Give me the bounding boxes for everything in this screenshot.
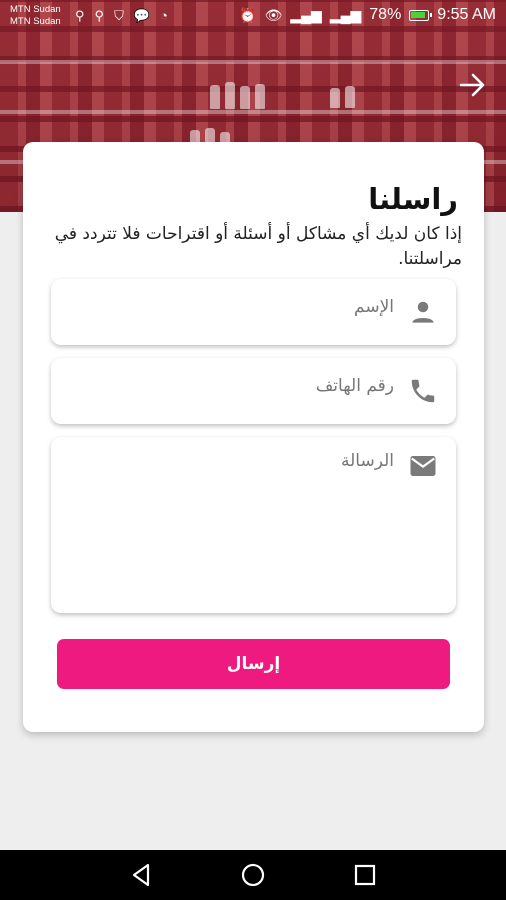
notification-icons: ⚲ ⚲ ⛉ 💬 ◔ xyxy=(75,8,168,24)
submit-button[interactable]: إرسال xyxy=(57,639,450,689)
signal-icon: ▂▄▆ xyxy=(290,6,322,23)
message-placeholder: الرسالة xyxy=(340,451,394,471)
usb-icon: ⚲ xyxy=(75,8,85,23)
home-nav-icon[interactable] xyxy=(240,862,266,888)
recents-nav-icon[interactable] xyxy=(352,862,378,888)
phone-field[interactable]: رقم الهاتف xyxy=(51,358,456,424)
carrier-info: MTN Sudan MTN Sudan xyxy=(10,4,61,28)
page-title: راسلنا xyxy=(368,182,458,216)
mail-icon xyxy=(410,456,436,476)
carrier-1: MTN Sudan xyxy=(10,4,61,15)
data-saver-icon: ⛉ xyxy=(114,8,124,23)
eye-icon: 👁 xyxy=(264,6,283,23)
page-subtitle: إذا كان لديك أي مشاكل أو أسئلة أو اقتراح… xyxy=(54,224,462,269)
arrow-right-icon[interactable] xyxy=(458,72,488,98)
status-bar: MTN Sudan MTN Sudan ⚲ ⚲ ⛉ 💬 ◔ ⏰ 👁 ▂▄▆ ▂▄… xyxy=(0,0,506,34)
phone-icon xyxy=(411,379,435,403)
back-nav-icon[interactable] xyxy=(128,862,154,888)
alarm-icon: ⏰ xyxy=(239,6,257,23)
signal-icon: ▂▄▆ xyxy=(329,6,362,23)
clock: 9:55 AM xyxy=(437,6,496,23)
battery-icon xyxy=(409,9,433,21)
message-field[interactable]: الرسالة xyxy=(51,437,456,613)
chat-icon: 💬 xyxy=(133,8,151,23)
carrier-2: MTN Sudan xyxy=(10,16,61,27)
usb-icon: ⚲ xyxy=(94,8,105,23)
contact-card: راسلنا إذا كان لديك أي مشاكل أو أسئلة أو… xyxy=(23,142,484,732)
person-icon xyxy=(412,301,434,323)
name-field[interactable]: الإسم xyxy=(51,279,456,345)
status-right: ⏰ 👁 ▂▄▆ ▂▄▆ 78% 9:55 AM xyxy=(239,6,496,24)
name-placeholder: الإسم xyxy=(354,297,394,317)
battery-percent: 78% xyxy=(369,6,402,23)
messenger-icon: ◔ xyxy=(160,8,168,23)
navigation-bar xyxy=(0,850,506,900)
phone-placeholder: رقم الهاتف xyxy=(315,376,394,396)
